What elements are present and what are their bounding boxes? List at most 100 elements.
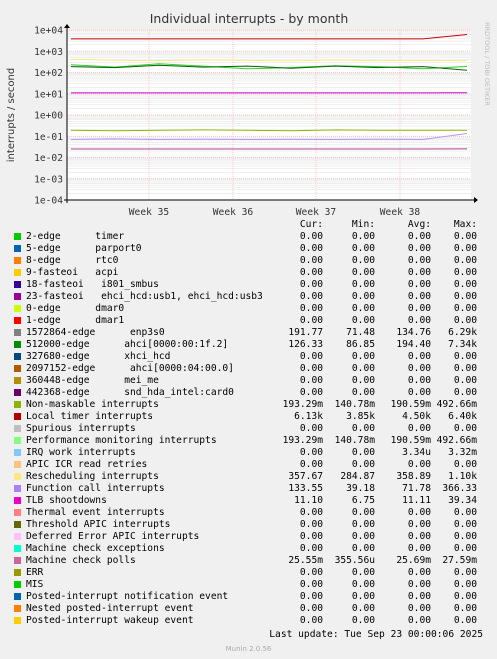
legend-max-value: 492.66m [436, 399, 477, 410]
legend-label: TLB shootdowns [26, 495, 107, 506]
legend-min-value: 0.00 [351, 375, 375, 386]
legend-row: Rescheduling interrupts 357.67 284.87 358.8… [0, 471, 497, 483]
x-axis-arrow [474, 197, 478, 203]
legend-min-value: 0.00 [351, 459, 375, 470]
legend-min-value: 140.78m [334, 435, 375, 446]
legend-min-value: 0.00 [351, 267, 375, 278]
legend-swatch [14, 413, 21, 420]
header-min: Min: [351, 219, 375, 230]
legend-max-value: 0.00 [453, 567, 477, 578]
legend-min-value: 0.00 [351, 603, 375, 614]
x-tick-label: Week 38 [380, 207, 421, 218]
legend-label: 0-edge dmar0 [26, 303, 125, 314]
chart-title: Individual interrupts - by month [150, 11, 349, 26]
legend-max-value: 3.32m [448, 447, 477, 458]
legend-row: 18-fasteoi i801_smbus 0.00 0.00 0.00 0.00 [0, 279, 497, 291]
y-tick-label: 1e+01 [34, 89, 63, 100]
legend-label: Local timer interrupts [26, 411, 154, 422]
y-axis-arrow [64, 24, 70, 28]
munin-version: Munin 2.0.56 [225, 645, 272, 653]
legend-label: Machine check polls [26, 555, 136, 566]
legend-max-value: 492.66m [436, 435, 477, 446]
legend-label: Posted-interrupt notification event [26, 591, 229, 602]
legend-row: Machine check exceptions 0.00 0.00 0.00 0.00 [0, 543, 497, 555]
legend-row: Machine check polls 25.55m 355.56u 25.69m 27… [0, 555, 497, 567]
legend-swatch [14, 473, 21, 480]
legend-row: Posted-interrupt wakeup event 0.00 0.00 0.0… [0, 615, 497, 627]
legend-header: Cur: Min: Avg: Max: [0, 219, 497, 231]
legend-row: 442368-edge snd_hda_intel:card0 0.00 0.00 0… [0, 387, 497, 399]
y-tick-label: 1e+00 [34, 111, 63, 122]
legend-label: Threshold APIC interrupts [26, 519, 171, 530]
legend-label: IRQ work interrupts [26, 447, 136, 458]
legend-label: Deferred Error APIC interrupts [26, 531, 200, 542]
legend-max-value: 0.00 [453, 363, 477, 374]
legend-min-value: 0.00 [351, 303, 375, 314]
legend-row: 8-edge rtc0 0.00 0.00 0.00 0.00 [0, 255, 497, 267]
interrupts-chart: Individual interrupts - by month interru… [6, 11, 491, 218]
legend-max-value: 0.00 [453, 387, 477, 398]
legend-row: 1572864-edge enp3s0 191.77 71.48 134.76 6.29… [0, 327, 497, 339]
legend-min-value: 0.00 [351, 579, 375, 590]
legend-min-value: 0.00 [351, 447, 375, 458]
legend-swatch [14, 281, 21, 288]
legend-min-value: 0.00 [351, 351, 375, 362]
legend-max-value: 0.00 [453, 279, 477, 290]
legend-label: 442368-edge snd_hda_intel:card0 [26, 387, 234, 398]
legend-max-value: 0.00 [453, 291, 477, 302]
legend-max-value: 366.33 [442, 483, 477, 494]
legend-min-value: 0.00 [351, 507, 375, 518]
legend-swatch [14, 269, 21, 276]
legend-swatch [14, 557, 21, 564]
legend-swatch [14, 305, 21, 312]
legend-max-value: 0.00 [453, 615, 477, 626]
legend-min-value: 71.48 [346, 327, 375, 338]
legend-min-value: 6.75 [351, 495, 375, 506]
legend-max-value: 0.00 [453, 267, 477, 278]
legend-label: Function call interrupts [26, 483, 165, 494]
legend-row: TLB shootdowns 11.10 6.75 11.11 39.34 [0, 495, 497, 507]
x-tick-label: Week 35 [129, 207, 169, 218]
legend-min-value: 86.85 [346, 339, 375, 350]
legend-row: 1-edge dmar1 0.00 0.00 0.00 0.00 [0, 315, 497, 327]
legend-max-value: 0.00 [453, 303, 477, 314]
legend-label: Nested posted-interrupt event [26, 603, 194, 614]
legend-row: Threshold APIC interrupts 0.00 0.00 0.00 0.0… [0, 519, 497, 531]
legend-label: 18-fasteoi i801_smbus [26, 279, 159, 290]
legend-max-value: 39.34 [448, 495, 477, 506]
rrdtool-label: RRDTOOL / TOBI OETIKER [483, 22, 491, 106]
legend-swatch [14, 593, 21, 600]
legend-swatch [14, 317, 21, 324]
legend-label: 2-edge timer [26, 231, 125, 242]
legend-swatch [14, 341, 21, 348]
legend-max-value: 0.00 [453, 519, 477, 530]
legend-max-value: 0.00 [453, 351, 477, 362]
legend-row: ERR 0.00 0.00 0.00 0.00 [0, 567, 497, 579]
legend-max-value: 0.00 [453, 603, 477, 614]
legend-label: ERR [26, 567, 44, 578]
legend-swatch [14, 449, 21, 456]
legend-max-value: 0.00 [453, 255, 477, 266]
legend-row: Nested posted-interrupt event 0.00 0.00 0.0… [0, 603, 497, 615]
legend-max-value: 0.00 [453, 531, 477, 542]
legend-min-value: 0.00 [351, 363, 375, 374]
legend-min-value: 0.00 [351, 315, 375, 326]
legend-row: 327680-edge xhci_hcd 0.00 0.00 0.00 0.00 [0, 351, 497, 363]
legend-max-value: 6.29k [448, 327, 477, 338]
x-tick-label: Week 37 [296, 207, 337, 218]
legend-row: Deferred Error APIC interrupts 0.00 0.00 0.… [0, 531, 497, 543]
legend-row: Posted-interrupt notification event 0.00 0… [0, 591, 497, 603]
legend-label: 327680-edge xhci_hcd [26, 351, 171, 362]
legend-swatch [14, 389, 21, 396]
y-tick-label: 1e-04 [34, 196, 63, 207]
legend-min-value: 140.78m [334, 399, 375, 410]
legend-max-value: 7.34k [448, 339, 477, 350]
legend-row: 360448-edge mei_me 0.00 0.00 0.00 0.00 [0, 375, 497, 387]
legend-label: 5-edge parport0 [26, 243, 142, 254]
legend-max-value: 0.00 [453, 423, 477, 434]
legend-swatch [14, 365, 21, 372]
y-tick-label: 1e-02 [34, 153, 63, 164]
legend-label: 1-edge dmar1 [26, 315, 125, 326]
legend-label: Machine check exceptions [26, 543, 165, 554]
legend-label: APIC ICR read retries [26, 459, 148, 470]
